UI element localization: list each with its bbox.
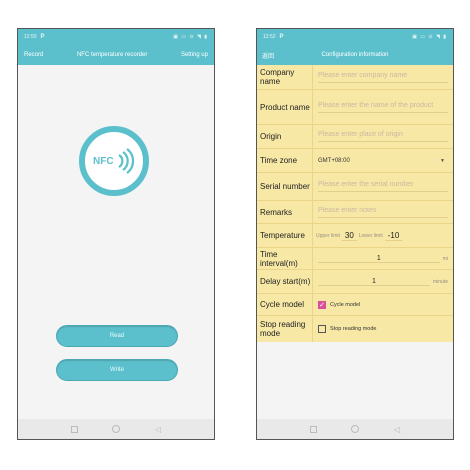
lower-limit-input[interactable]: -10: [384, 231, 403, 241]
checkbox-unchecked-icon: [318, 325, 326, 333]
interval-unit: mi: [442, 255, 448, 262]
home-nav-button[interactable]: [111, 424, 121, 434]
product-label: Product name: [257, 90, 313, 124]
checkbox-checked-icon: ✓: [318, 300, 326, 309]
recents-nav-button[interactable]: [69, 424, 79, 434]
back-button[interactable]: 返回: [262, 51, 274, 60]
status-time: 12:50: [24, 34, 37, 40]
home-nav-button[interactable]: [350, 424, 360, 434]
origin-row: Origin Please enter place of origin: [257, 125, 453, 149]
origin-label: Origin: [257, 125, 313, 148]
company-input[interactable]: Please enter company name: [318, 72, 448, 83]
upper-limit-label: Upper limit: [316, 232, 340, 239]
stop-option-label: Stop reading mode: [330, 326, 377, 332]
serial-row: Serial number Please enter the serial nu…: [257, 173, 453, 201]
delay-unit: minute: [432, 278, 448, 285]
status-icons: ▣ ▭ ⊙ ◥ ▮: [173, 34, 208, 40]
cycle-checkbox[interactable]: ✓ Cycle model: [313, 294, 453, 315]
phone-screen-config: 12:52 P ▣ ▭ ⊙ ◥ ▮ Configuration informat…: [256, 28, 454, 440]
delay-input[interactable]: 1: [318, 278, 430, 286]
back-nav-button[interactable]: ◁: [392, 424, 402, 434]
delay-label: Delay start(m): [257, 270, 313, 293]
status-bar: 12:50 P ▣ ▭ ⊙ ◥ ▮: [18, 29, 214, 45]
app-title: NFC temperature recorder: [76, 52, 148, 58]
empty-area: [257, 342, 453, 419]
config-title: Configuration information: [321, 52, 389, 58]
timezone-value: GMT+08:00: [318, 157, 350, 164]
timezone-label: Time zone: [257, 149, 313, 172]
serial-input[interactable]: Please enter the serial number: [318, 181, 448, 192]
serial-label: Serial number: [257, 173, 313, 200]
delay-row: Delay start(m) 1 minute: [257, 270, 453, 294]
cycle-row: Cycle model ✓ Cycle model: [257, 294, 453, 316]
stop-row: Stop reading mode Stop reading mode: [257, 316, 453, 342]
remarks-input[interactable]: Please enter notes: [318, 207, 448, 218]
back-triangle-icon: ◁: [154, 424, 162, 434]
stop-label: Stop reading mode: [257, 316, 313, 342]
temperature-row: Temperature Upper limit 30 Lower limit -…: [257, 224, 453, 248]
temperature-label: Temperature: [257, 224, 313, 247]
back-triangle-icon: ◁: [393, 424, 401, 434]
status-icons: ▣ ▭ ⊙ ◥ ▮: [412, 34, 447, 40]
lower-limit-label: Lower limit: [358, 232, 383, 239]
upper-limit-input[interactable]: 30: [341, 231, 357, 241]
cycle-label: Cycle model: [257, 294, 313, 315]
interval-row: Time interval(m) 1 mi: [257, 248, 453, 270]
remarks-row: Remarks Please enter notes: [257, 201, 453, 224]
record-button[interactable]: Record: [24, 52, 43, 58]
product-input[interactable]: Please enter the name of the product: [318, 102, 448, 113]
navigation-bar: ◁: [257, 419, 453, 439]
app-bar: Configuration information 返回: [257, 45, 453, 65]
config-form: Company name Please enter company name P…: [257, 65, 453, 342]
navigation-bar: ◁: [18, 419, 214, 439]
app-bar: Record NFC temperature recorder Setting …: [18, 45, 214, 65]
interval-input[interactable]: 1: [318, 255, 440, 263]
product-row: Product name Please enter the name of th…: [257, 90, 453, 125]
setting-up-button[interactable]: Setting up: [181, 52, 208, 58]
write-button[interactable]: Write: [56, 359, 178, 381]
phone-screen-main: 12:50 P ▣ ▭ ⊙ ◥ ▮ Record NFC temperature…: [17, 28, 215, 440]
interval-label: Time interval(m): [257, 248, 313, 269]
status-bar: 12:52 P ▣ ▭ ⊙ ◥ ▮: [257, 29, 453, 45]
status-time: 12:52: [263, 34, 276, 40]
timezone-select[interactable]: GMT+08:00 ▼: [313, 149, 453, 172]
company-row: Company name Please enter company name: [257, 65, 453, 90]
stop-checkbox[interactable]: Stop reading mode: [313, 316, 453, 342]
square-nav-icon: [309, 425, 317, 433]
dropdown-arrow-icon: ▼: [440, 157, 445, 164]
company-label: Company name: [257, 65, 313, 89]
remarks-label: Remarks: [257, 201, 313, 223]
timezone-row: Time zone GMT+08:00 ▼: [257, 149, 453, 173]
nfc-logo-text: NFC: [93, 156, 114, 167]
notification-icon: P: [279, 34, 284, 40]
recents-nav-button[interactable]: [308, 424, 318, 434]
nfc-logo-icon: NFC: [79, 126, 149, 196]
read-button[interactable]: Read: [56, 325, 178, 347]
square-nav-icon: [70, 425, 78, 433]
back-nav-button[interactable]: ◁: [153, 424, 163, 434]
notification-icon: P: [40, 34, 45, 40]
origin-input[interactable]: Please enter place of origin: [318, 131, 448, 142]
circle-nav-icon: [112, 425, 120, 433]
cycle-option-label: Cycle model: [330, 301, 361, 308]
circle-nav-icon: [351, 425, 359, 433]
